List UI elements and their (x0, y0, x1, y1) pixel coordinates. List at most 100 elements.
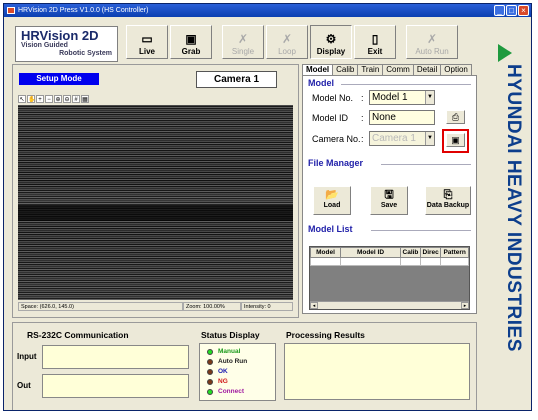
zoom-out-icon[interactable]: − (45, 95, 53, 103)
auto-run-icon: ✗ (426, 32, 438, 46)
logo-line-2: Robotic System (59, 50, 112, 57)
exit-button[interactable]: ▯ Exit (354, 25, 396, 59)
led-indicator (207, 378, 213, 385)
load-label: Load (323, 202, 341, 209)
status-connect: Connect (207, 388, 244, 395)
grid-icon[interactable]: # (72, 95, 80, 103)
status-display-title: Status Display (201, 330, 260, 340)
processing-results-box (284, 343, 470, 400)
load-button[interactable]: 📂 Load (313, 186, 351, 215)
zoom-level: Zoom: 100.00% (183, 302, 241, 311)
main-toolbar: ▭ Live ▣ Grab ✗ Single ✗ Loop ⚙ Display … (126, 25, 476, 61)
display-button[interactable]: ⚙ Display (310, 25, 352, 59)
overlay-icon[interactable]: ▦ (81, 95, 89, 103)
scroll-right-icon[interactable]: ▸ (461, 302, 469, 309)
scroll-left-icon[interactable]: ◂ (310, 302, 318, 309)
model-no-select[interactable]: Model 1 ▼ (369, 90, 435, 105)
tab-train[interactable]: Train (357, 64, 384, 75)
cursor-position: Space: (626.0, 145.0) (18, 302, 183, 311)
logo-line-1: Vision Guided (21, 42, 68, 49)
product-logo: HRVision 2D Vision Guided Robotic System (15, 26, 118, 62)
grab-camera-icon: ▣ (185, 32, 197, 46)
backup-icon: ⎘ (443, 189, 453, 201)
camera-no-label: Camera No. (312, 134, 361, 144)
camera-no-select[interactable]: Camera 1 ▼ (369, 131, 435, 146)
rs232-title: RS-232C Communication (27, 330, 129, 340)
tab-comm[interactable]: Comm (382, 64, 414, 75)
folder-open-icon: 📂 (325, 189, 339, 201)
status-ok: OK (207, 368, 228, 375)
grab-button[interactable]: ▣ Grab (170, 25, 212, 59)
model-list-table[interactable]: Model Model ID Calib Direc Pattern ◂ ▸ (309, 246, 470, 310)
processing-results-title: Processing Results (286, 330, 365, 340)
save-label: Save (380, 202, 398, 209)
camera-title: Camera 1 (196, 71, 277, 88)
model-section-title: Model (308, 78, 334, 88)
pan-hand-icon[interactable]: ✋ (27, 95, 35, 103)
model-no-label: Model No. (312, 93, 354, 103)
settings-panel: Model Calib Train Comm Detail Option Mod… (302, 64, 477, 314)
input-label: Input (17, 352, 37, 361)
maximize-button[interactable]: □ (506, 5, 517, 16)
col-model-id[interactable]: Model ID (340, 247, 401, 258)
status-label: Connect (218, 388, 244, 395)
loop-run-icon: ✗ (281, 32, 293, 46)
col-direc[interactable]: Direc (419, 247, 442, 258)
hyundai-triangle-icon (498, 44, 512, 62)
camera-image-view[interactable] (18, 105, 293, 300)
brand-text: HYUNDAI HEAVY INDUSTRIES (503, 64, 524, 352)
mode-indicator: Setup Mode (19, 73, 99, 85)
col-pattern[interactable]: Pattern (440, 247, 469, 258)
zoom-in-icon[interactable]: + (36, 95, 44, 103)
status-label: NG (218, 378, 228, 385)
save-button[interactable]: 🖫 Save (370, 186, 408, 215)
out-label: Out (17, 381, 31, 390)
tab-detail[interactable]: Detail (412, 64, 442, 75)
title-bar: HRVision 2D Press V1.0.0 (HS Controller)… (4, 4, 531, 17)
tab-option[interactable]: Option (440, 64, 472, 75)
data-backup-label: Data Backup (426, 202, 470, 209)
live-button[interactable]: ▭ Live (126, 25, 168, 59)
loop-label: Loop (278, 47, 296, 56)
output-field (42, 374, 189, 398)
grab-label: Grab (181, 47, 201, 56)
input-field[interactable] (42, 345, 189, 369)
zoom-fit-icon[interactable]: ⊕ (54, 95, 62, 103)
led-indicator (207, 348, 213, 355)
pointer-icon[interactable]: ↖ (18, 95, 26, 103)
table-row[interactable] (310, 257, 469, 266)
data-backup-button[interactable]: ⎘ Data Backup (425, 186, 471, 215)
model-id-edit-button[interactable]: ⎙ (446, 110, 465, 124)
single-label: Single (231, 47, 255, 56)
col-calib[interactable]: Calib (400, 247, 421, 258)
status-label: Auto Run (218, 358, 248, 365)
status-manual: Manual (207, 348, 240, 355)
window-title: HRVision 2D Press V1.0.0 (HS Controller) (18, 7, 149, 14)
model-id-field[interactable]: None (369, 110, 435, 125)
chevron-down-icon: ▼ (425, 132, 434, 145)
minimize-button[interactable]: _ (494, 5, 505, 16)
image-panel: Setup Mode Camera 1 ↖ ✋ + − ⊕ ⊖ # ▦ Spac… (12, 64, 299, 318)
exit-door-icon: ▯ (371, 32, 379, 46)
display-icon: ⚙ (325, 32, 337, 46)
single-run-icon: ✗ (237, 32, 249, 46)
model-id-label: Model ID (312, 113, 349, 123)
auto-run-button[interactable]: ✗ Auto Run (406, 25, 458, 59)
col-model[interactable]: Model (310, 247, 341, 258)
status-auto-run: Auto Run (207, 358, 247, 365)
close-button[interactable]: × (518, 5, 529, 16)
bottom-panel: RS-232C Communication Input Out Status D… (12, 322, 477, 410)
single-button[interactable]: ✗ Single (222, 25, 264, 59)
loop-button[interactable]: ✗ Loop (266, 25, 308, 59)
edit-icon: ⎙ (451, 112, 460, 122)
exit-label: Exit (367, 47, 383, 56)
auto-run-label: Auto Run (415, 47, 449, 56)
chevron-down-icon: ▼ (425, 91, 434, 104)
logo-title: HRVision 2D (21, 28, 99, 43)
tab-calib[interactable]: Calib (332, 64, 359, 75)
image-toolbar: ↖ ✋ + − ⊕ ⊖ # ▦ (18, 95, 89, 104)
live-label: Live (138, 47, 155, 56)
model-list-title: Model List (308, 224, 353, 234)
horizontal-scrollbar[interactable]: ◂ ▸ (310, 301, 469, 309)
zoom-reset-icon[interactable]: ⊖ (63, 95, 71, 103)
